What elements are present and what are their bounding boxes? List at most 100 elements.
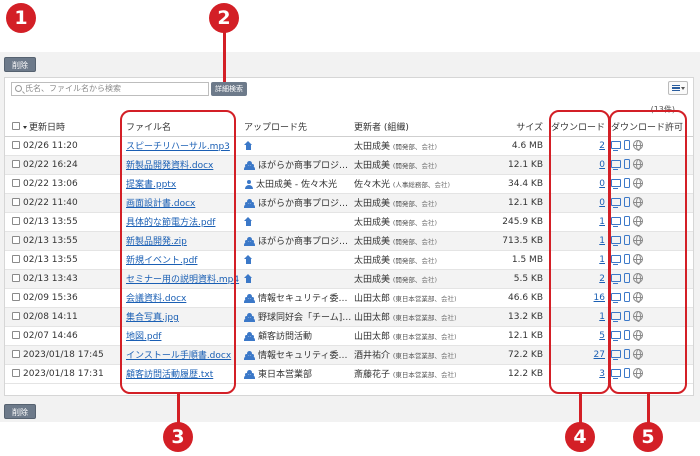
globe-icon[interactable]	[633, 216, 643, 228]
mobile-icon[interactable]	[624, 235, 630, 246]
row-checkbox[interactable]	[12, 198, 20, 206]
row-checkbox[interactable]	[12, 255, 20, 263]
header-upload-to[interactable]: アップロード先	[244, 118, 354, 137]
row-checkbox[interactable]	[12, 160, 20, 168]
pc-icon[interactable]	[611, 350, 621, 361]
mobile-icon[interactable]	[624, 311, 630, 322]
file-link[interactable]: 新製品開発.zip	[126, 237, 187, 247]
header-size[interactable]: サイズ	[491, 118, 547, 137]
header-date[interactable]: 更新日時	[23, 118, 126, 137]
pc-icon[interactable]	[611, 312, 621, 323]
row-checkbox[interactable]	[12, 350, 20, 358]
row-checkbox[interactable]	[12, 274, 20, 282]
row-downloads-cell: 5	[547, 326, 609, 346]
download-count-link[interactable]: 1	[599, 312, 605, 322]
row-updater: 山田太郎 (東日本営業部、会社)	[354, 288, 491, 308]
row-checkbox[interactable]	[12, 369, 20, 377]
file-link[interactable]: 新製品開発資料.docx	[126, 161, 213, 171]
pc-icon[interactable]	[611, 293, 621, 304]
globe-icon[interactable]	[633, 330, 643, 342]
row-checkbox[interactable]	[12, 217, 20, 225]
globe-icon[interactable]	[633, 254, 643, 266]
pc-icon[interactable]	[611, 331, 621, 342]
file-link[interactable]: 顧客訪問活動履歴.txt	[126, 370, 213, 380]
upload-to-label: ほがらか商事プロジ…	[258, 199, 349, 209]
row-checkbox[interactable]	[12, 293, 20, 301]
file-link[interactable]: 画面設計書.docx	[126, 199, 195, 209]
header-updater[interactable]: 更新者 (組織)	[354, 118, 491, 137]
download-count-link[interactable]: 0	[599, 160, 605, 170]
row-checkbox[interactable]	[12, 331, 20, 339]
globe-icon[interactable]	[633, 311, 643, 323]
download-count-link[interactable]: 27	[594, 350, 605, 360]
mobile-icon[interactable]	[624, 368, 630, 379]
file-link[interactable]: 新規イベント.pdf	[126, 256, 197, 266]
pc-icon[interactable]	[611, 217, 621, 228]
file-link[interactable]: 地図.pdf	[126, 332, 161, 342]
view-options-button[interactable]	[668, 81, 688, 95]
row-checkbox[interactable]	[12, 312, 20, 320]
file-link[interactable]: 集合写真.jpg	[126, 313, 179, 323]
globe-icon[interactable]	[633, 235, 643, 247]
pc-icon[interactable]	[611, 274, 621, 285]
download-count-link[interactable]: 2	[599, 141, 605, 151]
download-count-link[interactable]: 0	[599, 198, 605, 208]
download-count-link[interactable]: 2	[599, 274, 605, 284]
globe-icon[interactable]	[633, 368, 643, 380]
search-input[interactable]: 氏名、ファイル名から検索	[11, 82, 209, 96]
upload-to-label: ほがらか商事プロジ…	[258, 161, 349, 171]
mobile-icon[interactable]	[624, 197, 630, 208]
globe-icon[interactable]	[633, 159, 643, 171]
pc-icon[interactable]	[611, 255, 621, 266]
mobile-icon[interactable]	[624, 292, 630, 303]
download-count-link[interactable]: 5	[599, 331, 605, 341]
file-link[interactable]: 会議資料.docx	[126, 294, 186, 304]
mobile-icon[interactable]	[624, 254, 630, 265]
download-count-link[interactable]: 1	[599, 236, 605, 246]
globe-icon[interactable]	[633, 273, 643, 285]
pc-icon[interactable]	[611, 160, 621, 171]
pc-icon[interactable]	[611, 236, 621, 247]
pc-icon[interactable]	[611, 198, 621, 209]
file-link[interactable]: スピーチリハーサル.mp3	[126, 142, 230, 152]
file-link[interactable]: インストール手順書.docx	[126, 351, 231, 361]
mobile-icon[interactable]	[624, 349, 630, 360]
header-file[interactable]: ファイル名	[126, 118, 244, 137]
globe-icon[interactable]	[633, 197, 643, 209]
file-link[interactable]: 提案書.pptx	[126, 180, 176, 190]
row-updater: 太田成美 (開発部、会社)	[354, 212, 491, 232]
download-count-link[interactable]: 3	[599, 369, 605, 379]
download-count-link[interactable]: 1	[599, 255, 605, 265]
download-count-link[interactable]: 16	[594, 293, 605, 303]
row-checkbox[interactable]	[12, 141, 20, 149]
select-all-checkbox[interactable]	[12, 122, 20, 131]
row-permission	[609, 269, 693, 289]
mobile-icon[interactable]	[624, 159, 630, 170]
globe-icon[interactable]	[633, 349, 643, 361]
row-updater: 太田成美 (開発部、会社)	[354, 136, 491, 156]
header-downloads[interactable]: ダウンロード	[547, 118, 609, 137]
file-link[interactable]: セミナー用の説明資料.mp4	[126, 275, 239, 285]
mobile-icon[interactable]	[624, 273, 630, 284]
mobile-icon[interactable]	[624, 140, 630, 151]
globe-icon[interactable]	[633, 140, 643, 152]
pc-icon[interactable]	[611, 141, 621, 152]
globe-icon[interactable]	[633, 178, 643, 190]
row-file-cell: インストール手順書.docx	[126, 345, 244, 365]
advanced-search-button[interactable]: 詳細検索	[211, 82, 247, 96]
table-row: 02/08 14:11 集合写真.jpg 野球同好会「チーム]… 山田太郎 (東日本営…	[5, 307, 693, 327]
row-checkbox[interactable]	[12, 179, 20, 187]
globe-icon[interactable]	[633, 292, 643, 304]
delete-button-top[interactable]: 削除	[4, 57, 36, 72]
delete-button-bottom[interactable]: 削除	[4, 404, 36, 419]
download-count-link[interactable]: 0	[599, 179, 605, 189]
mobile-icon[interactable]	[624, 216, 630, 227]
row-checkbox[interactable]	[12, 236, 20, 244]
pc-icon[interactable]	[611, 369, 621, 380]
mobile-icon[interactable]	[624, 178, 630, 189]
file-link[interactable]: 具体的な節電方法.pdf	[126, 218, 215, 228]
download-count-link[interactable]: 1	[599, 217, 605, 227]
pc-icon[interactable]	[611, 179, 621, 190]
mobile-icon[interactable]	[624, 330, 630, 341]
home-icon	[244, 140, 253, 150]
